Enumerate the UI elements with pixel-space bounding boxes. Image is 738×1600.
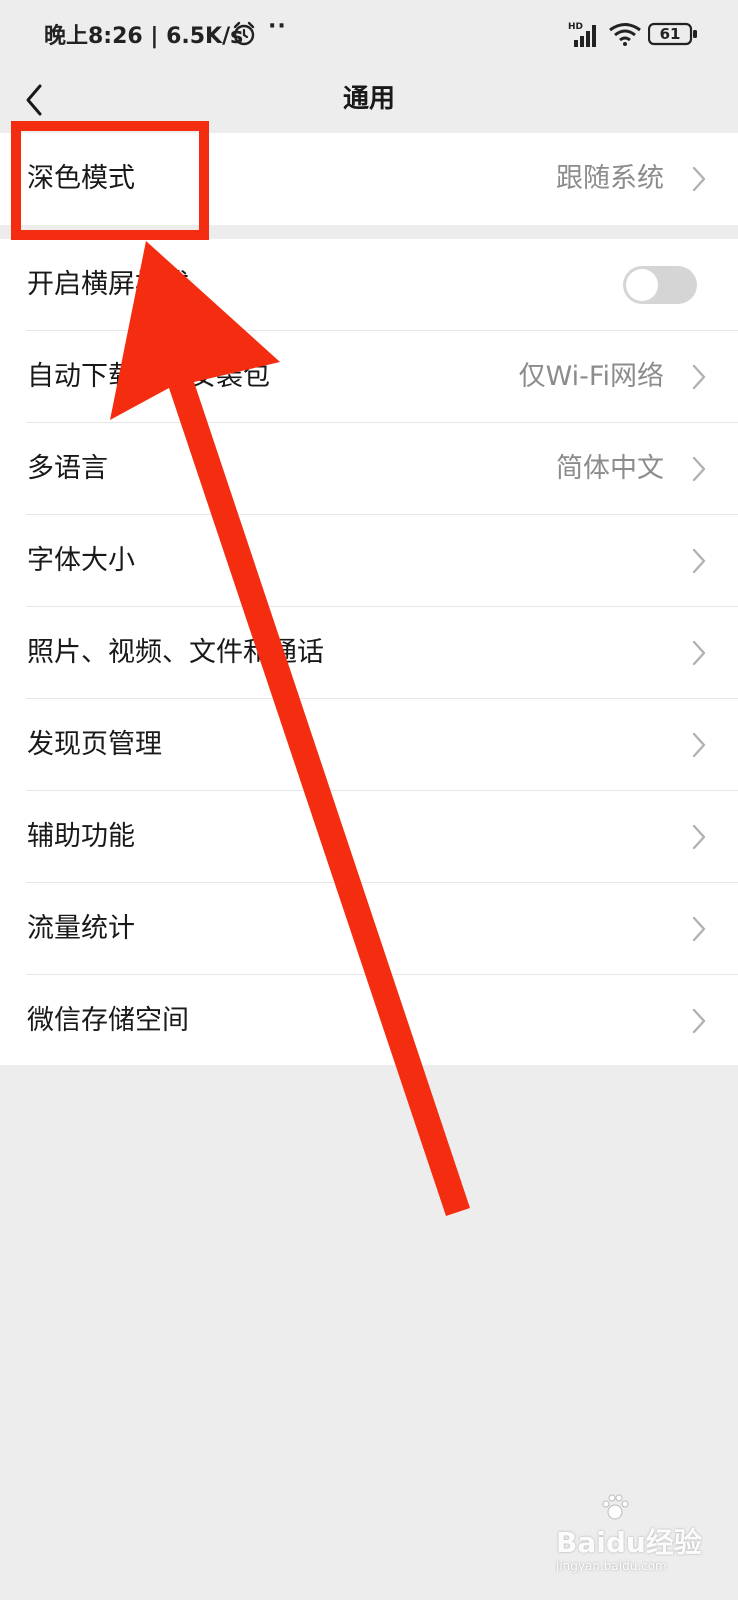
landscape-toggle[interactable] <box>623 266 697 304</box>
baidu-paw-icon <box>602 1494 629 1520</box>
setting-label: 发现页管理 <box>27 729 162 760</box>
setting-storage[interactable]: 微信存储空间 <box>0 975 738 1067</box>
settings-group-general: 开启横屏模式 自动下载微信安装包 仅Wi-Fi网络 多语言 简体中文 字体大小 … <box>0 239 738 1065</box>
setting-traffic[interactable]: 流量统计 <box>0 883 738 975</box>
setting-label: 多语言 <box>27 453 108 484</box>
watermark-logo: Baidu经验 <box>556 1526 702 1559</box>
chevron-right-icon <box>692 824 706 850</box>
toggle-knob <box>626 269 658 301</box>
watermark-url: jingyan.baidu.com <box>556 1559 667 1573</box>
setting-label: 照片、视频、文件和通话 <box>27 637 324 668</box>
setting-auto-download[interactable]: 自动下载微信安装包 仅Wi-Fi网络 <box>0 331 738 423</box>
page-title: 通用 <box>342 84 395 114</box>
chevron-right-icon <box>692 732 706 758</box>
setting-label: 字体大小 <box>27 545 135 576</box>
status-bar: 晚上8:26 | 6.5K/s ·· HD 61 <box>0 0 738 68</box>
wifi-icon <box>609 23 641 46</box>
setting-label: 流量统计 <box>27 913 135 944</box>
watermark: Baidu经验 jingyan.baidu.com <box>548 1493 728 1583</box>
notification-dots: ·· <box>268 14 287 39</box>
chevron-right-icon <box>692 640 706 666</box>
setting-label: 开启横屏模式 <box>27 269 189 300</box>
battery-level: 61 <box>659 25 681 43</box>
setting-language[interactable]: 多语言 简体中文 <box>0 423 738 515</box>
alarm-icon <box>233 21 255 46</box>
setting-value: 简体中文 <box>556 453 664 484</box>
highlight-box <box>11 121 209 240</box>
setting-font-size[interactable]: 字体大小 <box>0 515 738 607</box>
setting-label: 微信存储空间 <box>27 1005 189 1036</box>
setting-accessibility[interactable]: 辅助功能 <box>0 791 738 883</box>
chevron-right-icon <box>692 1008 706 1034</box>
setting-value: 跟随系统 <box>556 163 664 194</box>
chevron-right-icon <box>692 916 706 942</box>
chevron-right-icon <box>692 364 706 390</box>
chevron-right-icon <box>692 456 706 482</box>
setting-value: 仅Wi-Fi网络 <box>518 361 664 392</box>
signal-icon: HD <box>568 22 596 47</box>
svg-text:HD: HD <box>568 22 583 32</box>
setting-landscape-mode: 开启横屏模式 <box>0 239 738 331</box>
setting-label: 自动下载微信安装包 <box>27 361 270 392</box>
setting-discover[interactable]: 发现页管理 <box>0 699 738 791</box>
chevron-right-icon <box>692 166 706 192</box>
chevron-right-icon <box>692 548 706 574</box>
setting-media[interactable]: 照片、视频、文件和通话 <box>0 607 738 699</box>
setting-label: 辅助功能 <box>27 821 135 852</box>
status-time: 晚上8:26 | 6.5K/s <box>44 24 244 49</box>
